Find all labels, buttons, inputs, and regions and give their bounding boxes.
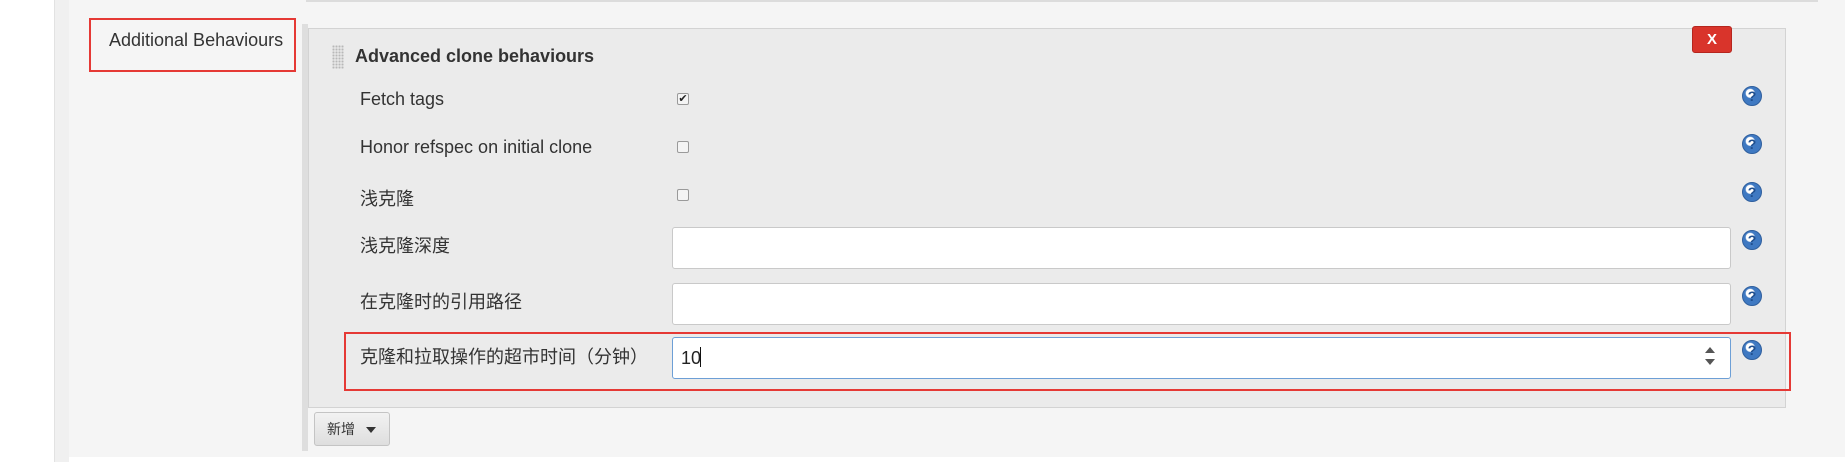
- page: Additional Behaviours Advanced clone beh…: [0, 0, 1845, 462]
- fetch-tags-checkbox[interactable]: ✔: [677, 93, 689, 105]
- reference-repo-path-input[interactable]: [672, 283, 1731, 325]
- shallow-clone-depth-label: 浅克隆深度: [360, 236, 450, 256]
- shallow-clone-checkbox[interactable]: [677, 189, 689, 201]
- text-caret: [700, 347, 701, 367]
- top-divider: [306, 0, 1818, 2]
- honor-refspec-checkbox[interactable]: [677, 141, 689, 153]
- help-icon[interactable]: ?: [1742, 182, 1762, 202]
- fetch-tags-label: Fetch tags: [360, 89, 445, 109]
- help-icon[interactable]: ?: [1742, 230, 1762, 250]
- help-icon[interactable]: ?: [1742, 340, 1762, 360]
- help-icon[interactable]: ?: [1742, 286, 1762, 306]
- section-label-additional-behaviours: Additional Behaviours: [109, 30, 284, 50]
- clone-fetch-timeout-label: 克隆和拉取操作的超市时间（分钟）: [360, 347, 648, 367]
- caret-down-icon: [366, 427, 376, 433]
- check-mark-icon: ✔: [678, 93, 688, 105]
- left-rail: [54, 0, 69, 462]
- spinner-up-icon[interactable]: [1705, 347, 1715, 353]
- clone-fetch-timeout-input[interactable]: [672, 337, 1731, 379]
- shallow-clone-depth-input[interactable]: [672, 227, 1731, 269]
- reference-repo-path-label: 在克隆时的引用路径: [360, 292, 522, 312]
- number-spinner[interactable]: [1703, 345, 1717, 369]
- honor-refspec-label: Honor refspec on initial clone: [360, 137, 593, 157]
- help-icon[interactable]: ?: [1742, 86, 1762, 106]
- delete-behaviour-button[interactable]: X: [1692, 26, 1732, 53]
- behaviour-title: Advanced clone behaviours: [355, 46, 595, 66]
- shallow-clone-label: 浅克隆: [360, 189, 414, 209]
- add-behaviour-label: 新增: [327, 421, 355, 437]
- spinner-down-icon[interactable]: [1705, 359, 1715, 365]
- help-icon[interactable]: ?: [1742, 134, 1762, 154]
- add-behaviour-button[interactable]: 新增: [314, 412, 390, 446]
- drag-handle[interactable]: [332, 45, 344, 69]
